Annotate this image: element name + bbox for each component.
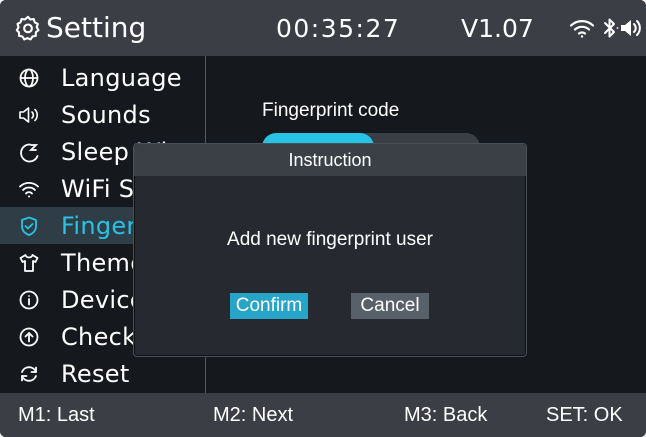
sidebar-item-label: Finger: [61, 212, 137, 240]
sidebar-item-label: Reset: [61, 360, 130, 388]
m2-hint[interactable]: M2: Next: [213, 393, 293, 437]
sidebar-item-reset[interactable]: Reset: [0, 355, 205, 392]
top-status-bar: Setting 00:35:27 V1.07: [0, 0, 646, 56]
info-icon: [19, 290, 39, 310]
set-hint[interactable]: SET: OK: [546, 393, 623, 437]
wifi-icon: [19, 182, 39, 198]
confirm-button[interactable]: Confirm: [230, 293, 308, 319]
globe-icon: [19, 68, 39, 88]
bottom-key-hints: M1: Last M2: Next M3: Back SET: OK: [0, 393, 646, 437]
m3-hint[interactable]: M3: Back: [404, 393, 487, 437]
cancel-button[interactable]: Cancel: [351, 293, 429, 319]
instruction-dialog: Instruction Add new fingerprint user Con…: [133, 143, 527, 357]
sidebar-item-label: Check: [61, 323, 137, 351]
dialog-message: Add new fingerprint user: [227, 229, 433, 250]
shirt-icon: [19, 254, 39, 272]
reset-icon: [21, 366, 37, 382]
sidebar-item-label: Sounds: [61, 101, 151, 129]
speaker-icon: [19, 107, 38, 123]
sidebar-item-sounds[interactable]: Sounds: [0, 96, 205, 133]
sidebar-item-language[interactable]: Language: [0, 59, 205, 96]
firmware-version: V1.07: [461, 14, 534, 43]
device-screen: Setting 00:35:27 V1.07 Language Sounds S…: [0, 0, 646, 437]
sidebar-item-label: Language: [61, 64, 182, 92]
fingerprint-code-label: Fingerprint code: [262, 100, 400, 121]
wifi-icon: [569, 20, 595, 38]
gear-icon: [15, 15, 40, 41]
upload-icon: [19, 327, 39, 347]
speaker-icon: [621, 20, 641, 36]
page-title: Setting: [46, 11, 147, 44]
shield-icon: [21, 216, 37, 236]
sleep-icon: [20, 143, 39, 163]
dialog-title: Instruction: [288, 150, 372, 170]
clock-readout: 00:35:27: [276, 14, 401, 43]
bluetooth-icon: [604, 18, 619, 38]
m1-hint[interactable]: M1: Last: [18, 393, 95, 437]
